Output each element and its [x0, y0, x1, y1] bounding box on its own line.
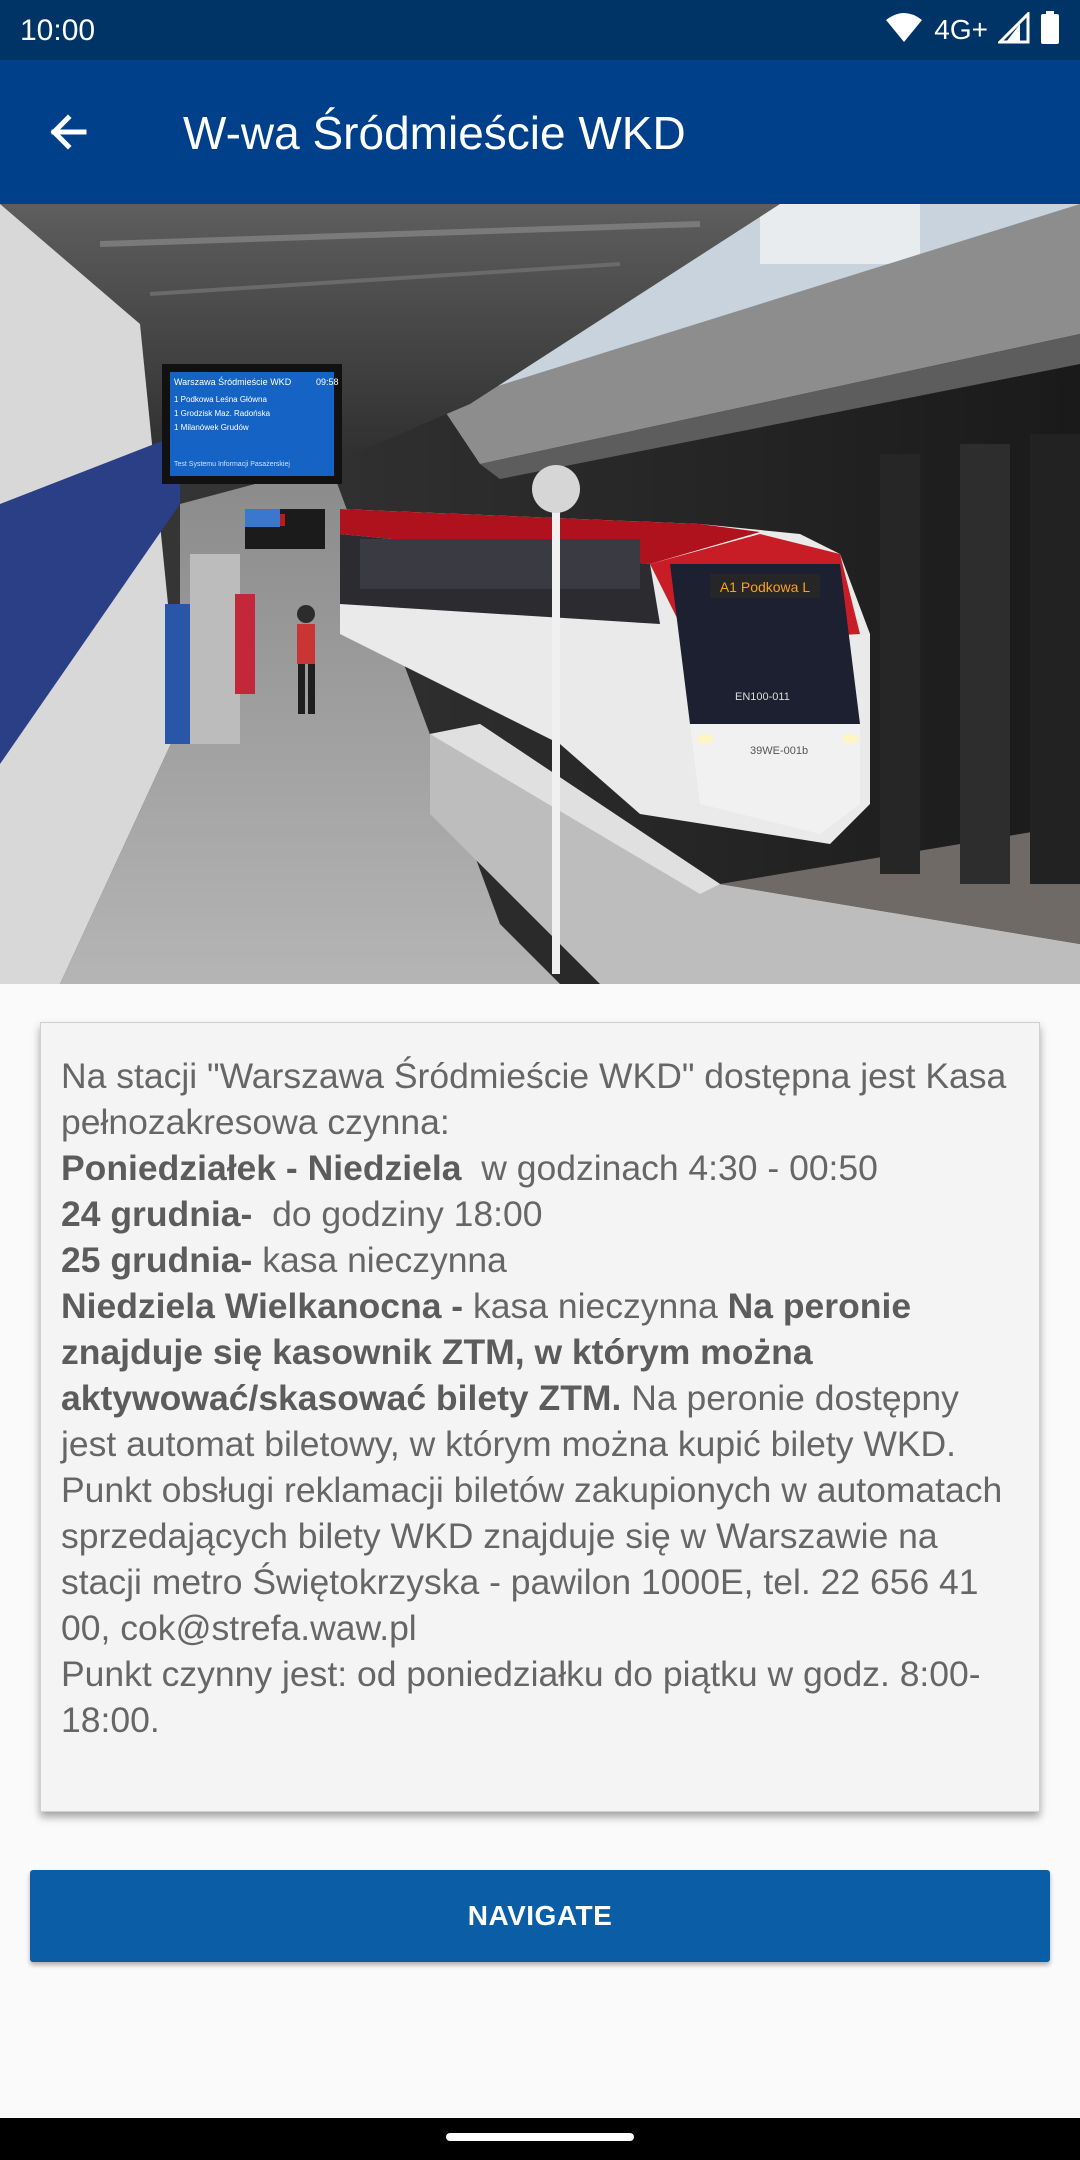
status-bar: 10:00 4G+	[0, 0, 1080, 60]
weekday-label: Poniedziałek - Niedziela	[61, 1148, 462, 1188]
svg-text:EN100-011: EN100-011	[735, 691, 790, 703]
svg-text:1 Grodzisk Maz. Radońska: 1 Grodzisk Maz. Radońska	[174, 409, 271, 418]
svg-text:Warszawa Śródmieście WKD: Warszawa Śródmieście WKD	[174, 376, 292, 387]
svg-text:09:58: 09:58	[316, 377, 339, 387]
status-time: 10:00	[20, 14, 96, 47]
arrow-back-icon	[50, 114, 87, 150]
service-hours-text: Punkt czynny jest: od poniedziałku do pi…	[61, 1654, 981, 1740]
battery-icon	[1040, 10, 1060, 50]
weekday-hours: w godzinach 4:30 - 00:50	[481, 1148, 878, 1188]
home-gesture-pill[interactable]	[446, 2133, 634, 2141]
dec25-text: kasa nieczynna	[262, 1240, 507, 1280]
app-bar: W-wa Śródmieście WKD	[0, 60, 1080, 204]
svg-text:1 Milanówek Grudów: 1 Milanówek Grudów	[174, 423, 249, 432]
dec24-text: do godziny 18:00	[272, 1194, 543, 1234]
page-title: W-wa Śródmieście WKD	[183, 107, 686, 159]
back-button[interactable]	[36, 100, 100, 164]
info-card: Na stacji "Warszawa Śródmieście WKD" dos…	[40, 1022, 1040, 1812]
status-icons: 4G+	[884, 9, 1060, 50]
svg-text:39WE-001b: 39WE-001b	[750, 745, 808, 757]
info-text: Na stacji "Warszawa Śródmieście WKD" dos…	[61, 1053, 1019, 1743]
intro-text: Na stacji "Warszawa Śródmieście WKD" dos…	[61, 1056, 1007, 1142]
cell-signal-icon	[996, 9, 1030, 49]
wifi-icon	[884, 12, 924, 49]
easter-label: Niedziela Wielkanocna -	[61, 1286, 464, 1326]
system-nav-bar	[0, 2118, 1080, 2160]
svg-text:Test Systemu Informacji Pasaże: Test Systemu Informacji Pasażerskiej	[174, 461, 290, 468]
svg-text:1 Podkowa Leśna Główna: 1 Podkowa Leśna Główna	[174, 395, 268, 404]
station-photo: A1 Podkowa L EN100-011 39WE-001b Warszaw…	[0, 204, 1080, 984]
network-type: 4G+	[934, 14, 988, 45]
dec25-label: 25 grudnia-	[61, 1240, 253, 1280]
dec24-label: 24 grudnia-	[61, 1194, 253, 1234]
navigate-button[interactable]: NAVIGATE	[30, 1870, 1050, 1962]
svg-text:A1 Podkowa L: A1 Podkowa L	[720, 579, 810, 595]
machine-text: Na peronie dostępny jest automat biletow…	[61, 1378, 1003, 1648]
easter-text: kasa nieczynna	[473, 1286, 718, 1326]
